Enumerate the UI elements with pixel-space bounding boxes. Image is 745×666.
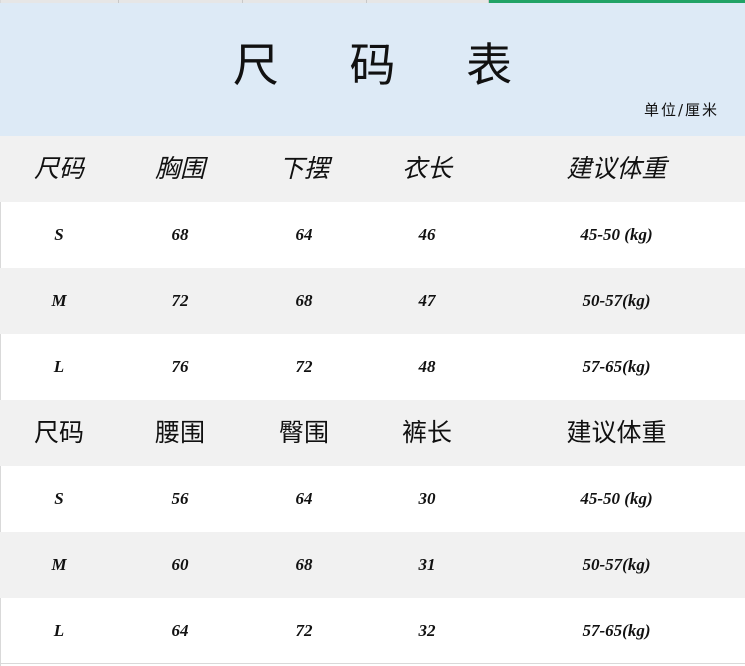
table-cell: L <box>53 357 65 376</box>
table-row: L 76 72 48 57-65(kg) <box>0 334 745 400</box>
table-cell: 64 <box>295 489 313 508</box>
table-cell: M <box>51 291 67 310</box>
header-cell: 衣长 <box>401 154 452 183</box>
table-cell: 57-65(kg) <box>582 621 651 640</box>
bottom-header-row: 尺码 腰围 臀围 裤长 建议体重 <box>0 400 745 466</box>
table-cell: L <box>53 621 65 640</box>
title-block: 尺 码 表 单位/厘米 <box>0 3 745 136</box>
table-cell: 45-50 (kg) <box>580 489 653 508</box>
table-cell: 76 <box>171 357 189 376</box>
table-cell: 50-57(kg) <box>582 555 651 574</box>
table-cell: 32 <box>418 621 436 640</box>
table-cell: 68 <box>295 555 313 574</box>
table-cell: S <box>54 225 64 244</box>
table-cell: 72 <box>295 357 313 376</box>
table-cell: 68 <box>171 225 189 244</box>
table-cell: S <box>54 489 64 508</box>
table-cell: 48 <box>418 357 436 376</box>
table-cell: 72 <box>171 291 189 310</box>
table-cell: 47 <box>418 291 436 310</box>
table-cell: 60 <box>171 555 189 574</box>
table-row: S 56 64 30 45-50 (kg) <box>0 466 745 532</box>
table-cell: 56 <box>171 489 189 508</box>
table-cell: 57-65(kg) <box>582 357 651 376</box>
table-cell: 45-50 (kg) <box>580 225 653 244</box>
table-row: S 68 64 46 45-50 (kg) <box>0 202 745 268</box>
sheet-bottom-gridline <box>0 663 745 664</box>
table-cell: 64 <box>295 225 313 244</box>
table-cell: M <box>51 555 67 574</box>
page-title: 尺 码 表 <box>232 38 541 92</box>
header-cell: 胸围 <box>154 154 205 183</box>
table-cell: 31 <box>418 555 436 574</box>
table-cell: 72 <box>295 621 313 640</box>
table-cell: 50-57(kg) <box>582 291 651 310</box>
header-cell: 建议体重 <box>566 418 667 447</box>
table-cell: 64 <box>171 621 189 640</box>
header-cell: 臀围 <box>278 418 329 447</box>
table-row: L 64 72 32 57-65(kg) <box>0 598 745 664</box>
top-header-row: 尺码 胸围 下摆 衣长 建议体重 <box>0 136 745 202</box>
header-cell: 尺码 <box>33 154 84 183</box>
table-row: M 72 68 47 50-57(kg) <box>0 268 745 334</box>
table-row: M 60 68 31 50-57(kg) <box>0 532 745 598</box>
table-cell: 68 <box>295 291 313 310</box>
header-cell: 建议体重 <box>566 154 667 183</box>
table-cell: 30 <box>418 489 436 508</box>
header-cell: 裤长 <box>401 418 452 447</box>
unit-label: 单位/厘米 <box>643 101 719 119</box>
header-cell: 尺码 <box>33 418 84 447</box>
header-cell: 下摆 <box>278 154 329 183</box>
table-cell: 46 <box>418 225 436 244</box>
header-cell: 腰围 <box>154 418 205 447</box>
